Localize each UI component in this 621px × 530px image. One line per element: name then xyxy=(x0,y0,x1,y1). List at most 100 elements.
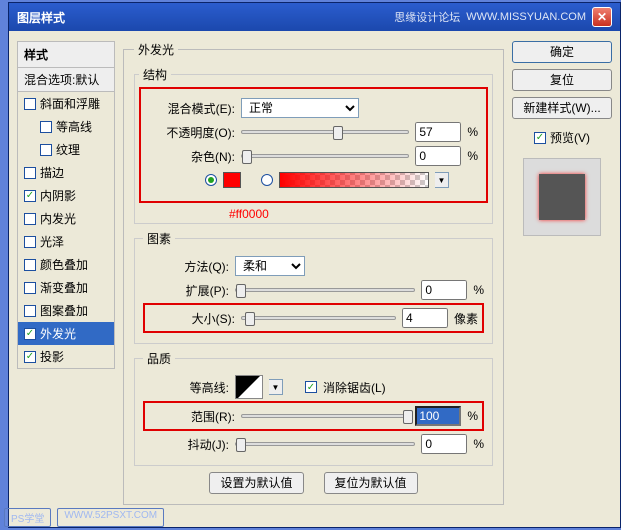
style-item-label: 内阴影 xyxy=(40,187,76,204)
style-item-label: 内发光 xyxy=(40,210,76,227)
group-title: 外发光 xyxy=(134,41,178,58)
range-input[interactable] xyxy=(415,406,461,426)
watermark-text: 思缘设计论坛 xyxy=(394,9,460,25)
gradient-dropdown-icon[interactable]: ▼ xyxy=(435,172,449,188)
style-item-6[interactable]: 光泽 xyxy=(18,230,114,253)
style-checkbox[interactable] xyxy=(24,305,36,317)
quality-legend: 品质 xyxy=(143,350,175,367)
opacity-input[interactable] xyxy=(415,122,461,142)
preview-checkbox[interactable] xyxy=(534,132,546,144)
style-item-0[interactable]: 斜面和浮雕 xyxy=(18,92,114,115)
style-item-9[interactable]: 图案叠加 xyxy=(18,299,114,322)
contour-dropdown-icon[interactable]: ▼ xyxy=(269,379,283,395)
gradient-swatch[interactable] xyxy=(279,172,429,188)
style-checkbox[interactable] xyxy=(24,259,36,271)
style-checkbox[interactable] xyxy=(24,236,36,248)
ok-button[interactable]: 确定 xyxy=(512,41,612,63)
layer-style-dialog: 图层样式 思缘设计论坛 WWW.MISSYUAN.COM ✕ 样式 混合选项:默… xyxy=(8,2,621,528)
structure-group: 结构 混合模式(E): 正常 不透明度(O): % xyxy=(134,66,493,224)
cancel-button[interactable]: 复位 xyxy=(512,69,612,91)
size-slider[interactable] xyxy=(241,316,396,320)
hex-annotation: #ff0000 xyxy=(229,207,488,221)
style-item-label: 图案叠加 xyxy=(40,302,88,319)
style-checkbox[interactable] xyxy=(24,351,36,363)
contour-swatch[interactable] xyxy=(235,375,263,399)
style-item-10[interactable]: 外发光 xyxy=(18,322,114,345)
range-highlight: 范围(R): % xyxy=(143,401,484,431)
style-item-1[interactable]: 等高线 xyxy=(18,115,114,138)
style-item-label: 等高线 xyxy=(56,118,92,135)
jitter-input[interactable] xyxy=(421,434,467,454)
blend-mode-label: 混合模式(E): xyxy=(149,100,235,117)
jitter-unit: % xyxy=(473,437,484,451)
noise-label: 杂色(N): xyxy=(149,148,235,165)
spread-unit: % xyxy=(473,283,484,297)
opacity-label: 不透明度(O): xyxy=(149,124,235,141)
noise-input[interactable] xyxy=(415,146,461,166)
style-checkbox[interactable] xyxy=(24,213,36,225)
titlebar[interactable]: 图层样式 思缘设计论坛 WWW.MISSYUAN.COM ✕ xyxy=(9,3,620,31)
style-item-8[interactable]: 渐变叠加 xyxy=(18,276,114,299)
antialias-checkbox[interactable] xyxy=(305,381,317,393)
noise-slider[interactable] xyxy=(241,154,409,158)
noise-unit: % xyxy=(467,149,478,163)
style-item-7[interactable]: 颜色叠加 xyxy=(18,253,114,276)
blend-options-item[interactable]: 混合选项:默认 xyxy=(17,68,115,92)
size-label: 大小(S): xyxy=(149,310,235,327)
new-style-button[interactable]: 新建样式(W)... xyxy=(512,97,612,119)
range-unit: % xyxy=(467,409,478,423)
style-item-3[interactable]: 描边 xyxy=(18,161,114,184)
sidebar-header[interactable]: 样式 xyxy=(17,41,115,68)
outer-glow-group: 外发光 结构 混合模式(E): 正常 不透明度(O): % xyxy=(123,41,504,505)
size-input[interactable] xyxy=(402,308,448,328)
jitter-slider[interactable] xyxy=(235,442,415,446)
spread-slider[interactable] xyxy=(235,288,415,292)
center-panel: 外发光 结构 混合模式(E): 正常 不透明度(O): % xyxy=(123,41,504,513)
style-item-5[interactable]: 内发光 xyxy=(18,207,114,230)
range-slider[interactable] xyxy=(241,414,409,418)
style-item-11[interactable]: 投影 xyxy=(18,345,114,368)
style-checkbox[interactable] xyxy=(24,98,36,110)
style-checkbox[interactable] xyxy=(40,121,52,133)
blend-mode-select[interactable]: 正常 xyxy=(241,98,359,118)
style-item-label: 描边 xyxy=(40,164,64,181)
style-item-label: 投影 xyxy=(40,348,64,365)
size-highlight: 大小(S): 像素 xyxy=(143,303,484,333)
window-title: 图层样式 xyxy=(17,9,65,26)
set-default-button[interactable]: 设置为默认值 xyxy=(209,472,303,494)
preview-label: 预览(V) xyxy=(550,129,590,146)
footer-wm1: PS学堂 xyxy=(4,508,51,527)
contour-label: 等高线: xyxy=(143,379,229,396)
jitter-label: 抖动(J): xyxy=(143,436,229,453)
styles-sidebar: 样式 混合选项:默认 斜面和浮雕等高线纹理描边内阴影内发光光泽颜色叠加渐变叠加图… xyxy=(17,41,115,513)
preview-box xyxy=(523,158,601,236)
style-checkbox[interactable] xyxy=(40,144,52,156)
style-item-label: 斜面和浮雕 xyxy=(40,95,100,112)
color-radio[interactable] xyxy=(205,174,217,186)
style-item-label: 光泽 xyxy=(40,233,64,250)
reset-default-button[interactable]: 复位为默认值 xyxy=(324,472,418,494)
size-unit: 像素 xyxy=(454,310,478,327)
range-label: 范围(R): xyxy=(149,408,235,425)
preview-swatch xyxy=(539,174,585,220)
style-checkbox[interactable] xyxy=(24,282,36,294)
footer-wm2: WWW.52PSXT.COM xyxy=(57,508,164,527)
technique-select[interactable]: 柔和 xyxy=(235,256,305,276)
close-button[interactable]: ✕ xyxy=(592,7,612,27)
style-checkbox[interactable] xyxy=(24,190,36,202)
quality-group: 品质 等高线: ▼ 消除锯齿(L) 范围(R): xyxy=(134,350,493,466)
opacity-slider[interactable] xyxy=(241,130,409,134)
structure-legend: 结构 xyxy=(139,66,171,83)
style-item-label: 颜色叠加 xyxy=(40,256,88,273)
style-checkbox[interactable] xyxy=(24,167,36,179)
spread-label: 扩展(P): xyxy=(143,282,229,299)
style-checkbox[interactable] xyxy=(24,328,36,340)
technique-label: 方法(Q): xyxy=(143,258,229,275)
gradient-radio[interactable] xyxy=(261,174,273,186)
color-swatch[interactable] xyxy=(223,172,241,188)
spread-input[interactable] xyxy=(421,280,467,300)
structure-highlight: 混合模式(E): 正常 不透明度(O): % 杂色(N): xyxy=(139,87,488,203)
elements-legend: 图素 xyxy=(143,230,175,247)
style-item-2[interactable]: 纹理 xyxy=(18,138,114,161)
style-item-4[interactable]: 内阴影 xyxy=(18,184,114,207)
